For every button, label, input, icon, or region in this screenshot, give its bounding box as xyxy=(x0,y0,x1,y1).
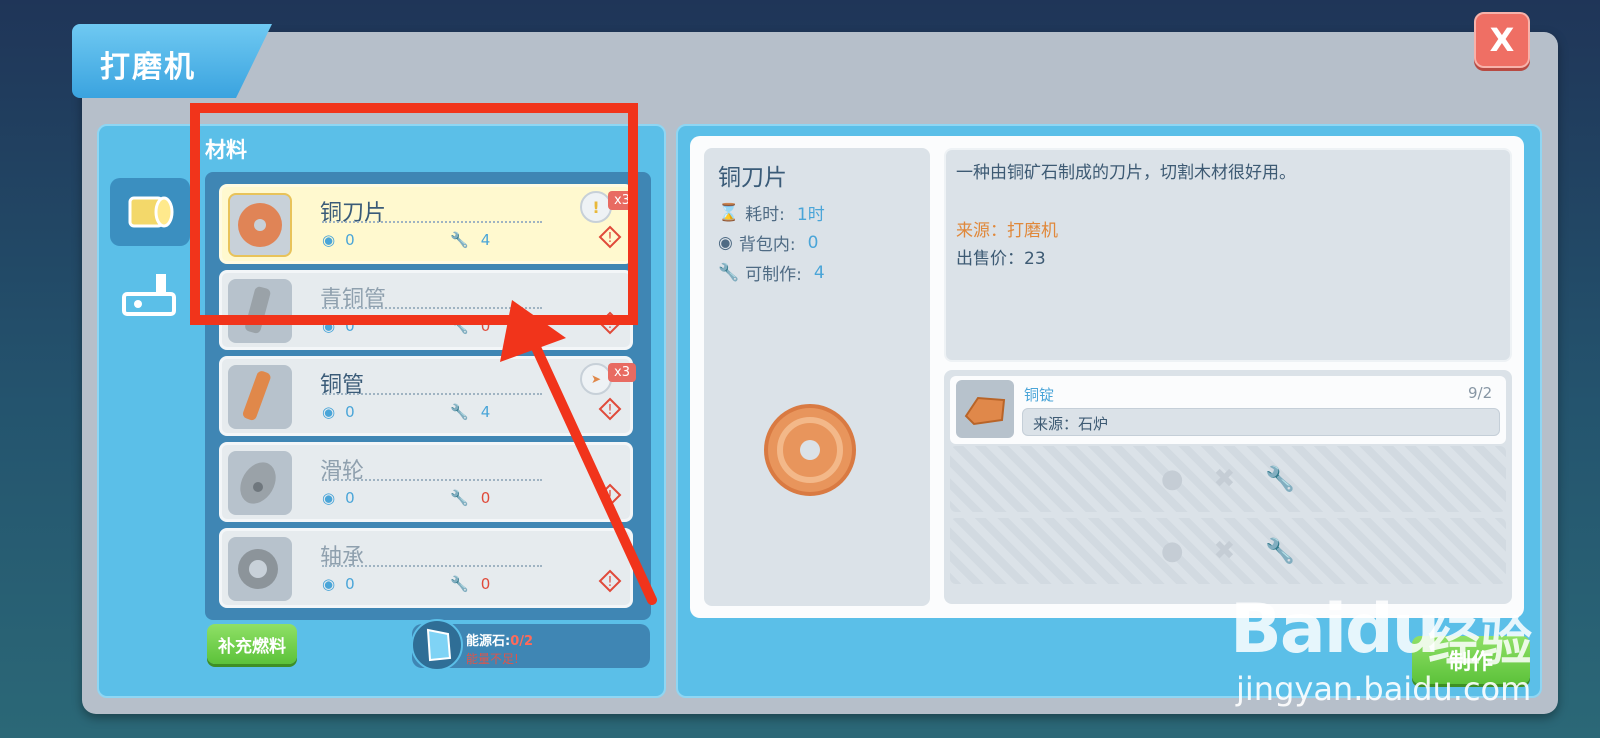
energy-warning: 能量不足! xyxy=(466,652,519,666)
tool-icon: 🔧 xyxy=(1265,537,1296,565)
count-badge: x3 xyxy=(608,363,636,382)
wrench-icon: 🔧 xyxy=(450,489,469,507)
apple-icon: ● xyxy=(1160,464,1184,494)
craftable-count: 🔧 0 xyxy=(450,489,491,507)
copper-blade-image xyxy=(764,404,856,496)
item-source: 来源：打磨机 xyxy=(956,221,1058,241)
list-item-copper-pipe[interactable]: 铜管 ◉ 0 🔧 4 ➤ x3 ! xyxy=(219,356,636,436)
item-thumb xyxy=(228,365,292,429)
empty-material-slot: ● ✖ 🔧 xyxy=(950,518,1506,584)
empty-material-slot: ● ✖ 🔧 xyxy=(950,446,1506,512)
craftable-count: 🔧 0 xyxy=(450,575,491,593)
close-button[interactable]: X xyxy=(1474,12,1530,68)
item-thumb xyxy=(228,537,292,601)
item-thumb xyxy=(228,451,292,515)
refuel-button[interactable]: 补充燃料 xyxy=(207,624,297,664)
detail-title: 铜刀片 xyxy=(718,165,787,191)
bag-row: ◉ 背包内: 0 xyxy=(718,232,819,256)
watermark-text: 经验 xyxy=(1428,613,1533,673)
svg-text:!: ! xyxy=(607,489,612,504)
warning-icon: ! xyxy=(598,397,622,421)
bag-count: ◉ 0 xyxy=(322,575,355,593)
warning-icon: ! xyxy=(598,569,622,593)
bag-count: ◉ 0 xyxy=(322,403,355,421)
list-item-pulley[interactable]: 滑轮 ◉ 0 🔧 0 ! xyxy=(219,442,633,522)
list-item-bearing[interactable]: 轴承 ◉ 0 🔧 0 ! xyxy=(219,528,633,608)
apple-icon: ● xyxy=(1160,536,1184,566)
watermark-logo: Baidu xyxy=(1230,590,1440,669)
copper-ingot-icon xyxy=(964,396,1006,426)
craft-row: 🔧 可制作: 4 xyxy=(718,262,825,286)
factory-icon xyxy=(122,274,176,316)
cross-icon: ✖ xyxy=(1213,536,1236,566)
close-icon: X xyxy=(1489,21,1515,59)
hourglass-icon: ⌛ xyxy=(718,202,740,223)
energy-stone-icon xyxy=(411,619,463,671)
divider xyxy=(322,393,542,395)
item-description: 一种由铜矿石制成的刀片，切割木材很好用。 xyxy=(956,163,1296,183)
backpack-icon: ◉ xyxy=(322,575,336,593)
category-tab-parts[interactable] xyxy=(110,178,190,246)
backpack-icon: ◉ xyxy=(718,232,733,253)
material-name: 铜锭 xyxy=(1024,386,1055,404)
backpack-icon: ◉ xyxy=(322,489,336,507)
highlight-box xyxy=(190,103,638,325)
bearing-icon xyxy=(238,549,278,589)
svg-text:!: ! xyxy=(607,403,612,418)
divider xyxy=(322,565,542,567)
warning-icon: ! xyxy=(598,483,622,507)
copper-pipe-icon xyxy=(242,371,271,421)
item-price: 出售价：23 xyxy=(956,249,1046,269)
wrench-icon: 🔧 xyxy=(718,262,740,283)
material-source: 来源：石炉 xyxy=(1022,408,1500,436)
window-title: 打磨机 xyxy=(100,50,196,85)
divider xyxy=(322,479,542,481)
pulley-icon xyxy=(240,462,276,504)
wrench-icon: 🔧 xyxy=(450,403,469,421)
bag-count: ◉ 0 xyxy=(322,489,355,507)
tool-icon: 🔧 xyxy=(1265,465,1296,493)
category-tab-factory[interactable] xyxy=(118,268,182,328)
time-row: ⌛ 耗时: 1时 xyxy=(718,202,825,226)
material-count: 9/2 xyxy=(1468,384,1493,402)
svg-text:!: ! xyxy=(607,575,612,590)
machine-part-icon xyxy=(128,196,174,228)
cross-icon: ✖ xyxy=(1213,464,1236,494)
craftable-count: 🔧 4 xyxy=(450,403,491,421)
wrench-icon: 🔧 xyxy=(450,575,469,593)
material-thumb xyxy=(956,380,1014,438)
energy-label: 能源石:0/2 xyxy=(466,634,534,649)
backpack-icon: ◉ xyxy=(322,403,336,421)
watermark-url: jingyan.baidu.com xyxy=(1236,670,1532,708)
